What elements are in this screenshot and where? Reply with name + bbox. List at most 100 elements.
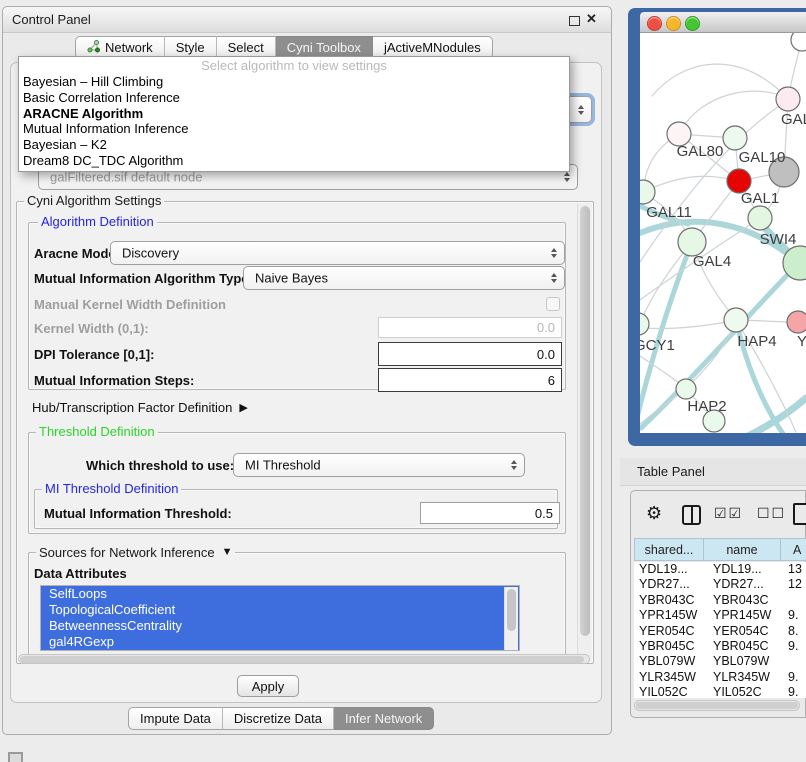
dpi-tolerance-field[interactable]: 0.0 (378, 342, 562, 366)
float-window-icon[interactable] (569, 16, 580, 26)
popup-item[interactable]: Bayesian – Hill Climbing (19, 74, 569, 90)
network-node[interactable] (723, 126, 747, 150)
tab-discretize-data[interactable]: Discretize Data (223, 707, 334, 730)
deselect-all-checkboxes-icon[interactable]: ☐☐ (757, 505, 786, 522)
hub-definition-expander[interactable]: Hub/Transcription Factor Definition ▶ (32, 399, 248, 415)
aracne-mode-combo[interactable]: Discovery (110, 241, 565, 265)
network-node[interactable] (787, 311, 806, 333)
mi-type-label: Mutual Information Algorithm Type: (34, 271, 253, 286)
popup-item[interactable]: ARACNE Algorithm (19, 106, 569, 122)
network-canvas[interactable]: GALGAL80GAL10GAL1GAL11SWI4GAL4GCY1HAP4YH… (640, 33, 806, 433)
scrollbar-thumb[interactable] (507, 589, 516, 631)
table-row[interactable]: YLR345WYLR345W9. (634, 670, 806, 685)
node-label: SWI4 (760, 231, 797, 248)
node-label: GCY1 (640, 337, 675, 354)
column-header[interactable]: A (780, 538, 806, 561)
close-traffic-light[interactable] (647, 16, 662, 31)
column-header[interactable]: name (703, 538, 781, 561)
node-label: HAP2 (687, 398, 726, 415)
network-node[interactable] (791, 33, 806, 51)
table-header-row: shared... name A (634, 538, 806, 561)
combo-arrows-icon (578, 105, 584, 115)
select-all-checkboxes-icon[interactable]: ☑☑ (714, 505, 743, 522)
columns-icon[interactable] (682, 505, 701, 525)
export-table-icon[interactable] (793, 503, 806, 525)
mi-threshold-definition-title: MI Threshold Definition (42, 482, 181, 496)
collapsed-arrow-icon: ▶ (239, 401, 247, 414)
algorithm-dropdown-popup: Select algorithm to view settings Bayesi… (18, 56, 570, 172)
network-edge[interactable] (640, 320, 736, 329)
settings-box-title: Cyni Algorithm Settings (24, 194, 164, 208)
popup-item[interactable]: Basic Correlation Inference (19, 90, 569, 106)
table-row[interactable]: YDR27...YDR27...12 (634, 577, 806, 592)
list-item[interactable]: gal4RGexp (41, 634, 519, 650)
network-edge[interactable] (652, 64, 788, 99)
manual-kernel-checkbox[interactable] (546, 297, 560, 311)
data-attributes-list[interactable]: SelfLoopsTopologicalCoefficientBetweenne… (40, 585, 520, 651)
table-panel-header: Table Panel (620, 458, 806, 486)
mi-steps-label: Mutual Information Steps: (34, 373, 194, 388)
network-graph: GALGAL80GAL10GAL1GAL11SWI4GAL4GCY1HAP4YH… (640, 33, 806, 433)
sources-expander[interactable]: Sources for Network Inference ▼ (36, 545, 235, 559)
zoom-traffic-light[interactable] (685, 16, 700, 31)
apply-button[interactable]: Apply (237, 675, 299, 697)
tab-impute-data[interactable]: Impute Data (128, 707, 223, 730)
network-node[interactable] (724, 308, 748, 332)
data-attributes-label: Data Attributes (34, 566, 127, 581)
dpi-tolerance-label: DPI Tolerance [0,1]: (34, 347, 154, 362)
network-node[interactable] (640, 313, 649, 335)
popup-item[interactable]: Bayesian – K2 (19, 137, 569, 153)
combo-arrows-icon (551, 273, 557, 283)
list-vertical-scrollbar[interactable] (504, 587, 518, 651)
which-threshold-combo[interactable]: MI Threshold (233, 453, 525, 477)
manual-kernel-label: Manual Kernel Width Definition (34, 297, 226, 312)
combo-arrows-icon (511, 460, 517, 470)
mi-threshold-field[interactable]: 0.5 (420, 502, 560, 524)
table-horizontal-scrollbar[interactable] (634, 700, 800, 711)
mi-steps-field[interactable]: 6 (378, 368, 562, 392)
popup-prompt: Select algorithm to view settings (19, 58, 569, 74)
network-node[interactable] (748, 206, 772, 230)
list-item[interactable]: TopologicalCoefficient (41, 602, 519, 618)
table-row[interactable]: YBL079WYBL079W (634, 654, 806, 669)
gear-icon[interactable]: ⚙ (646, 501, 662, 525)
aracne-mode-label: Aracne Mode: (34, 246, 120, 261)
list-item[interactable]: SelfLoops (41, 586, 519, 602)
table-row[interactable]: YDL19...YDL19...13 (634, 562, 806, 577)
kernel-width-field[interactable]: 0.0 (378, 317, 562, 338)
scrollbar-thumb[interactable] (636, 702, 798, 709)
node-label: GAL10 (739, 149, 786, 166)
table-row[interactable]: YPR145WYPR145W9. (634, 608, 806, 623)
mi-type-combo[interactable]: Naive Bayes (243, 266, 565, 290)
network-node[interactable] (676, 379, 696, 399)
minimize-traffic-light[interactable] (666, 16, 681, 31)
network-icon (87, 40, 100, 56)
expanded-arrow-icon: ▼ (222, 546, 233, 558)
table-row[interactable]: YER054CYER054C8. (634, 624, 806, 639)
network-edge[interactable] (643, 176, 739, 192)
table-row[interactable]: YBR043CYBR043C (634, 593, 806, 608)
scrollbar-thumb[interactable] (580, 206, 590, 636)
popup-item[interactable]: Mutual Information Inference (19, 121, 569, 137)
network-node[interactable] (640, 180, 655, 204)
table-row[interactable]: YBR045CYBR045C9. (634, 639, 806, 654)
panel-title: Control Panel (12, 7, 91, 32)
panel-dock-icon[interactable] (8, 752, 23, 762)
node-label: GAL80 (677, 143, 724, 160)
settings-horizontal-scrollbar[interactable] (18, 654, 590, 664)
column-header[interactable]: shared... (634, 538, 704, 561)
scrollbar-thumb[interactable] (20, 656, 584, 663)
table-row[interactable]: YIL052CYIL052C9. (634, 685, 806, 698)
combo-arrows-icon (564, 172, 570, 182)
popup-item[interactable]: Dream8 DC_TDC Algorithm (19, 153, 569, 169)
close-icon[interactable]: ✕ (586, 11, 597, 27)
network-node[interactable] (678, 228, 706, 256)
table-body: YDL19...YDL19...13YDR27...YDR27...12YBR0… (634, 562, 806, 698)
tab-infer-network[interactable]: Infer Network (334, 707, 434, 730)
node-label: HAP4 (737, 333, 776, 350)
network-window-titlebar[interactable] (640, 12, 806, 33)
bottom-tabs: Impute Data Discretize Data Infer Networ… (128, 707, 434, 730)
list-item[interactable]: BetweennessCentrality (41, 618, 519, 634)
network-node[interactable] (776, 87, 800, 111)
settings-vertical-scrollbar[interactable] (577, 203, 591, 662)
